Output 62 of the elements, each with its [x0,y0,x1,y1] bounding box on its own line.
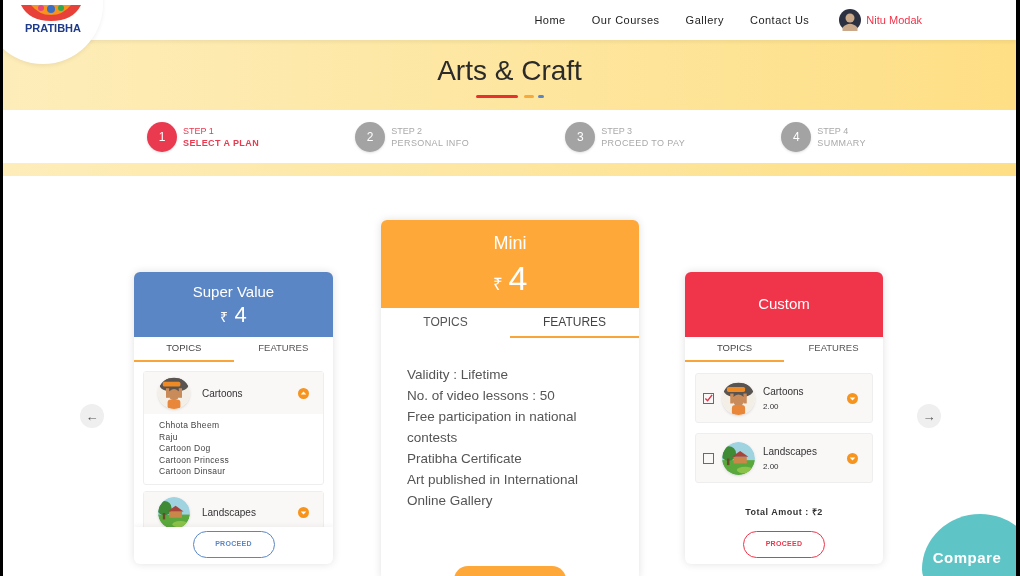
nav-link[interactable]: Gallery [685,11,724,29]
step-caption: STEP 3 [601,124,634,137]
tab[interactable]: TOPICS [381,308,510,338]
nav-link[interactable]: Contact Us [749,11,810,29]
total-amount: Total Amout : ₹2 [744,506,824,519]
step-label: PERSONAL INFO [391,136,470,149]
step-label: PROCEED TO PAY [601,136,686,149]
previous-button[interactable]: ← [80,404,104,428]
topic-row[interactable]: Cartoons 2.00 [695,373,873,423]
subtopic-item[interactable]: Raju [159,431,308,443]
tab[interactable]: FEATURES [233,337,333,362]
title-underline [475,94,544,98]
feature-item: Pratibha Certificate [407,450,523,468]
currency-symbol: ₹ [220,307,229,327]
subtopic-item[interactable]: Chhota Bheem [159,420,308,432]
topic-name: Landscapes [763,444,818,459]
plan-name: Super Value [192,282,275,303]
tab[interactable]: TOPICS [685,337,784,362]
checkbox[interactable] [703,452,714,464]
step-label: SUMMARY [817,136,866,149]
feature-item: Art published in International Online Gallery [407,471,580,510]
nav-link[interactable]: Home [534,11,566,29]
tab[interactable]: FEATURES [510,308,639,338]
step-caption: STEP 1 [183,124,215,137]
feature-item: Validity : Lifetime [407,366,510,384]
topic-name: Cartoons [202,386,244,401]
tab[interactable]: FEATURES [784,337,883,362]
next-button[interactable]: → [917,404,941,428]
tab[interactable]: TOPICS [134,337,234,362]
logo-text[interactable]: PRATIBHA [25,23,81,34]
topic-name: Landscapes [202,506,257,520]
logo-icon[interactable] [19,5,83,21]
page-title: Arts & Craft [437,56,582,85]
expand-icon[interactable] [847,392,858,404]
plan-price: 4 [234,303,247,326]
step-caption: STEP 4 [817,124,850,137]
plan-name: Custom [758,294,810,315]
expand-icon[interactable] [298,507,309,518]
currency-symbol: ₹ [492,274,503,297]
step-label: SELECT A PLAN [183,136,260,149]
nav-link[interactable]: Our Courses [591,11,660,29]
feature-item: Free participation in national contests [407,408,578,447]
plan-price: 4 [508,261,528,296]
topic-row[interactable]: Landscapes [144,491,323,527]
avatar-icon [839,9,862,31]
topic-price: 2.00 [763,400,780,413]
step-caption: STEP 2 [391,124,424,137]
topic-price: 2.00 [763,460,780,473]
subtopic-item[interactable]: Cartoon Princess [159,454,308,466]
subtopic-item[interactable]: Cartoon Dog [159,443,308,455]
collapse-icon[interactable] [298,387,309,399]
topic-name: Cartoons [763,384,805,399]
expand-icon[interactable] [847,452,858,464]
feature-item: No. of video lessons : 50 [407,387,556,405]
subtopic-item[interactable]: Cartoon Dinsaur [159,466,308,478]
topic-row[interactable]: Landscapes 2.00 [695,433,873,483]
user-name[interactable]: Nitu Modak [866,11,922,29]
topic-row[interactable]: Cartoons [144,372,323,414]
checkbox[interactable] [703,392,714,404]
plan-name: Mini [493,232,527,256]
step-number[interactable]: 1 [147,121,177,152]
proceed-button[interactable] [454,566,566,576]
